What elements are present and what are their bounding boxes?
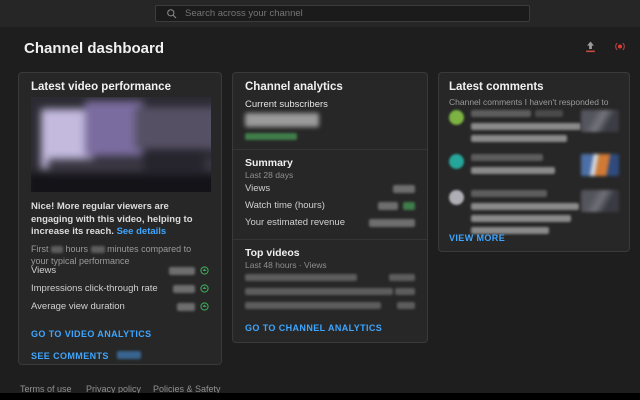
top-video-row[interactable] xyxy=(245,288,415,295)
page-title: Channel dashboard xyxy=(24,40,165,57)
comments-subtitle: Channel comments I haven't responded to xyxy=(449,97,609,107)
youtube-studio-dashboard: Search across your channel Channel dashb… xyxy=(0,0,640,400)
comment-video-thumbnail xyxy=(581,190,619,212)
redacted-subscriber-count xyxy=(245,113,319,127)
redacted-video-title xyxy=(245,288,393,295)
redacted-value xyxy=(369,218,415,227)
trend-up-icon xyxy=(200,284,209,293)
latest-video-performance-card: Latest video performance Nice! More regu… xyxy=(18,72,222,365)
redacted-video-title xyxy=(245,302,381,309)
comment-item[interactable] xyxy=(449,153,619,183)
upload-icon[interactable] xyxy=(583,39,598,54)
comment-video-thumbnail xyxy=(581,110,619,132)
redacted-author xyxy=(471,190,547,198)
redacted-value xyxy=(90,246,105,254)
redacted-view-count xyxy=(389,274,415,281)
see-details-link[interactable]: See details xyxy=(117,226,167,237)
go-to-channel-analytics-link[interactable]: GO TO CHANNEL ANALYTICS xyxy=(245,323,382,333)
metric-row: Average view duration xyxy=(31,301,209,312)
channel-analytics-card: Channel analytics Current subscribers Su… xyxy=(232,72,428,343)
go-live-icon[interactable] xyxy=(612,39,628,54)
search-box[interactable]: Search across your channel xyxy=(155,5,530,22)
redacted-view-count xyxy=(395,288,415,295)
metric-row: Impressions click-through rate xyxy=(31,283,209,294)
redacted-value xyxy=(173,284,195,293)
latest-comments-card: Latest comments Channel comments I haven… xyxy=(438,72,630,252)
redacted-value xyxy=(393,184,415,193)
comment-body xyxy=(471,189,579,236)
header-actions xyxy=(583,39,628,54)
redacted-comment-text xyxy=(471,215,571,223)
summary-title: Summary xyxy=(245,157,293,169)
performance-insight: Nice! More regular viewers are engaging … xyxy=(31,201,211,239)
view-more-link[interactable]: VIEW MORE xyxy=(449,233,505,243)
redacted-change xyxy=(403,201,415,210)
trend-up-icon xyxy=(200,302,209,311)
redacted-comment-text xyxy=(471,123,581,131)
card-title: Latest comments xyxy=(449,81,544,93)
window-bottom-strip xyxy=(0,393,640,400)
trend-up-icon xyxy=(200,266,209,275)
see-comments-link[interactable]: SEE COMMENTS xyxy=(31,351,109,361)
redacted-comment-text xyxy=(471,203,579,211)
summary-row: Watch time (hours) xyxy=(245,200,415,211)
top-video-row[interactable] xyxy=(245,302,415,309)
current-subscribers-label: Current subscribers xyxy=(245,99,328,110)
comment-body xyxy=(471,109,581,144)
summary-row: Your estimated revenue xyxy=(245,217,415,228)
go-to-video-analytics-link[interactable]: GO TO VIDEO ANALYTICS xyxy=(31,329,152,339)
redacted-value xyxy=(378,201,398,210)
redacted-value xyxy=(51,246,64,254)
top-video-row[interactable] xyxy=(245,274,415,281)
comparison-text: First hours minutes compared to your typ… xyxy=(31,244,192,266)
search-input[interactable]: Search across your channel xyxy=(185,8,303,19)
redacted-author xyxy=(471,110,531,118)
redacted-comment-text xyxy=(471,167,555,175)
comment-body xyxy=(471,153,555,176)
latest-video-thumbnail[interactable] xyxy=(31,97,211,192)
insight-text: Nice! More regular viewers are engaging … xyxy=(31,201,193,237)
redacted-author xyxy=(471,154,543,162)
divider xyxy=(233,149,427,150)
card-title: Channel analytics xyxy=(245,81,343,93)
redacted-comment-text xyxy=(471,135,567,143)
comment-item[interactable] xyxy=(449,189,619,236)
summary-subtitle: Last 28 days xyxy=(245,170,294,180)
see-comments-row[interactable]: SEE COMMENTS xyxy=(31,346,142,364)
top-videos-title: Top videos xyxy=(245,247,300,259)
summary-row: Views xyxy=(245,183,415,194)
redacted-view-count xyxy=(397,302,415,309)
comment-video-thumbnail xyxy=(581,154,619,176)
avatar xyxy=(449,190,464,205)
metric-row: Views xyxy=(31,265,209,276)
redacted-value xyxy=(169,266,195,275)
redacted-value xyxy=(177,302,195,311)
redacted-subscriber-change xyxy=(245,133,297,140)
redacted-comment-count xyxy=(117,350,142,359)
top-videos-subtitle: Last 48 hours · Views xyxy=(245,260,327,270)
redacted-timestamp xyxy=(535,110,564,118)
card-title: Latest video performance xyxy=(31,81,171,93)
comment-item[interactable] xyxy=(449,109,619,149)
blurred-thumbnail-mosaic xyxy=(31,97,211,192)
divider xyxy=(233,239,427,240)
search-icon xyxy=(166,8,177,19)
redacted-video-title xyxy=(245,274,357,281)
avatar xyxy=(449,110,464,125)
top-bar: Search across your channel xyxy=(0,0,640,27)
avatar xyxy=(449,154,464,169)
